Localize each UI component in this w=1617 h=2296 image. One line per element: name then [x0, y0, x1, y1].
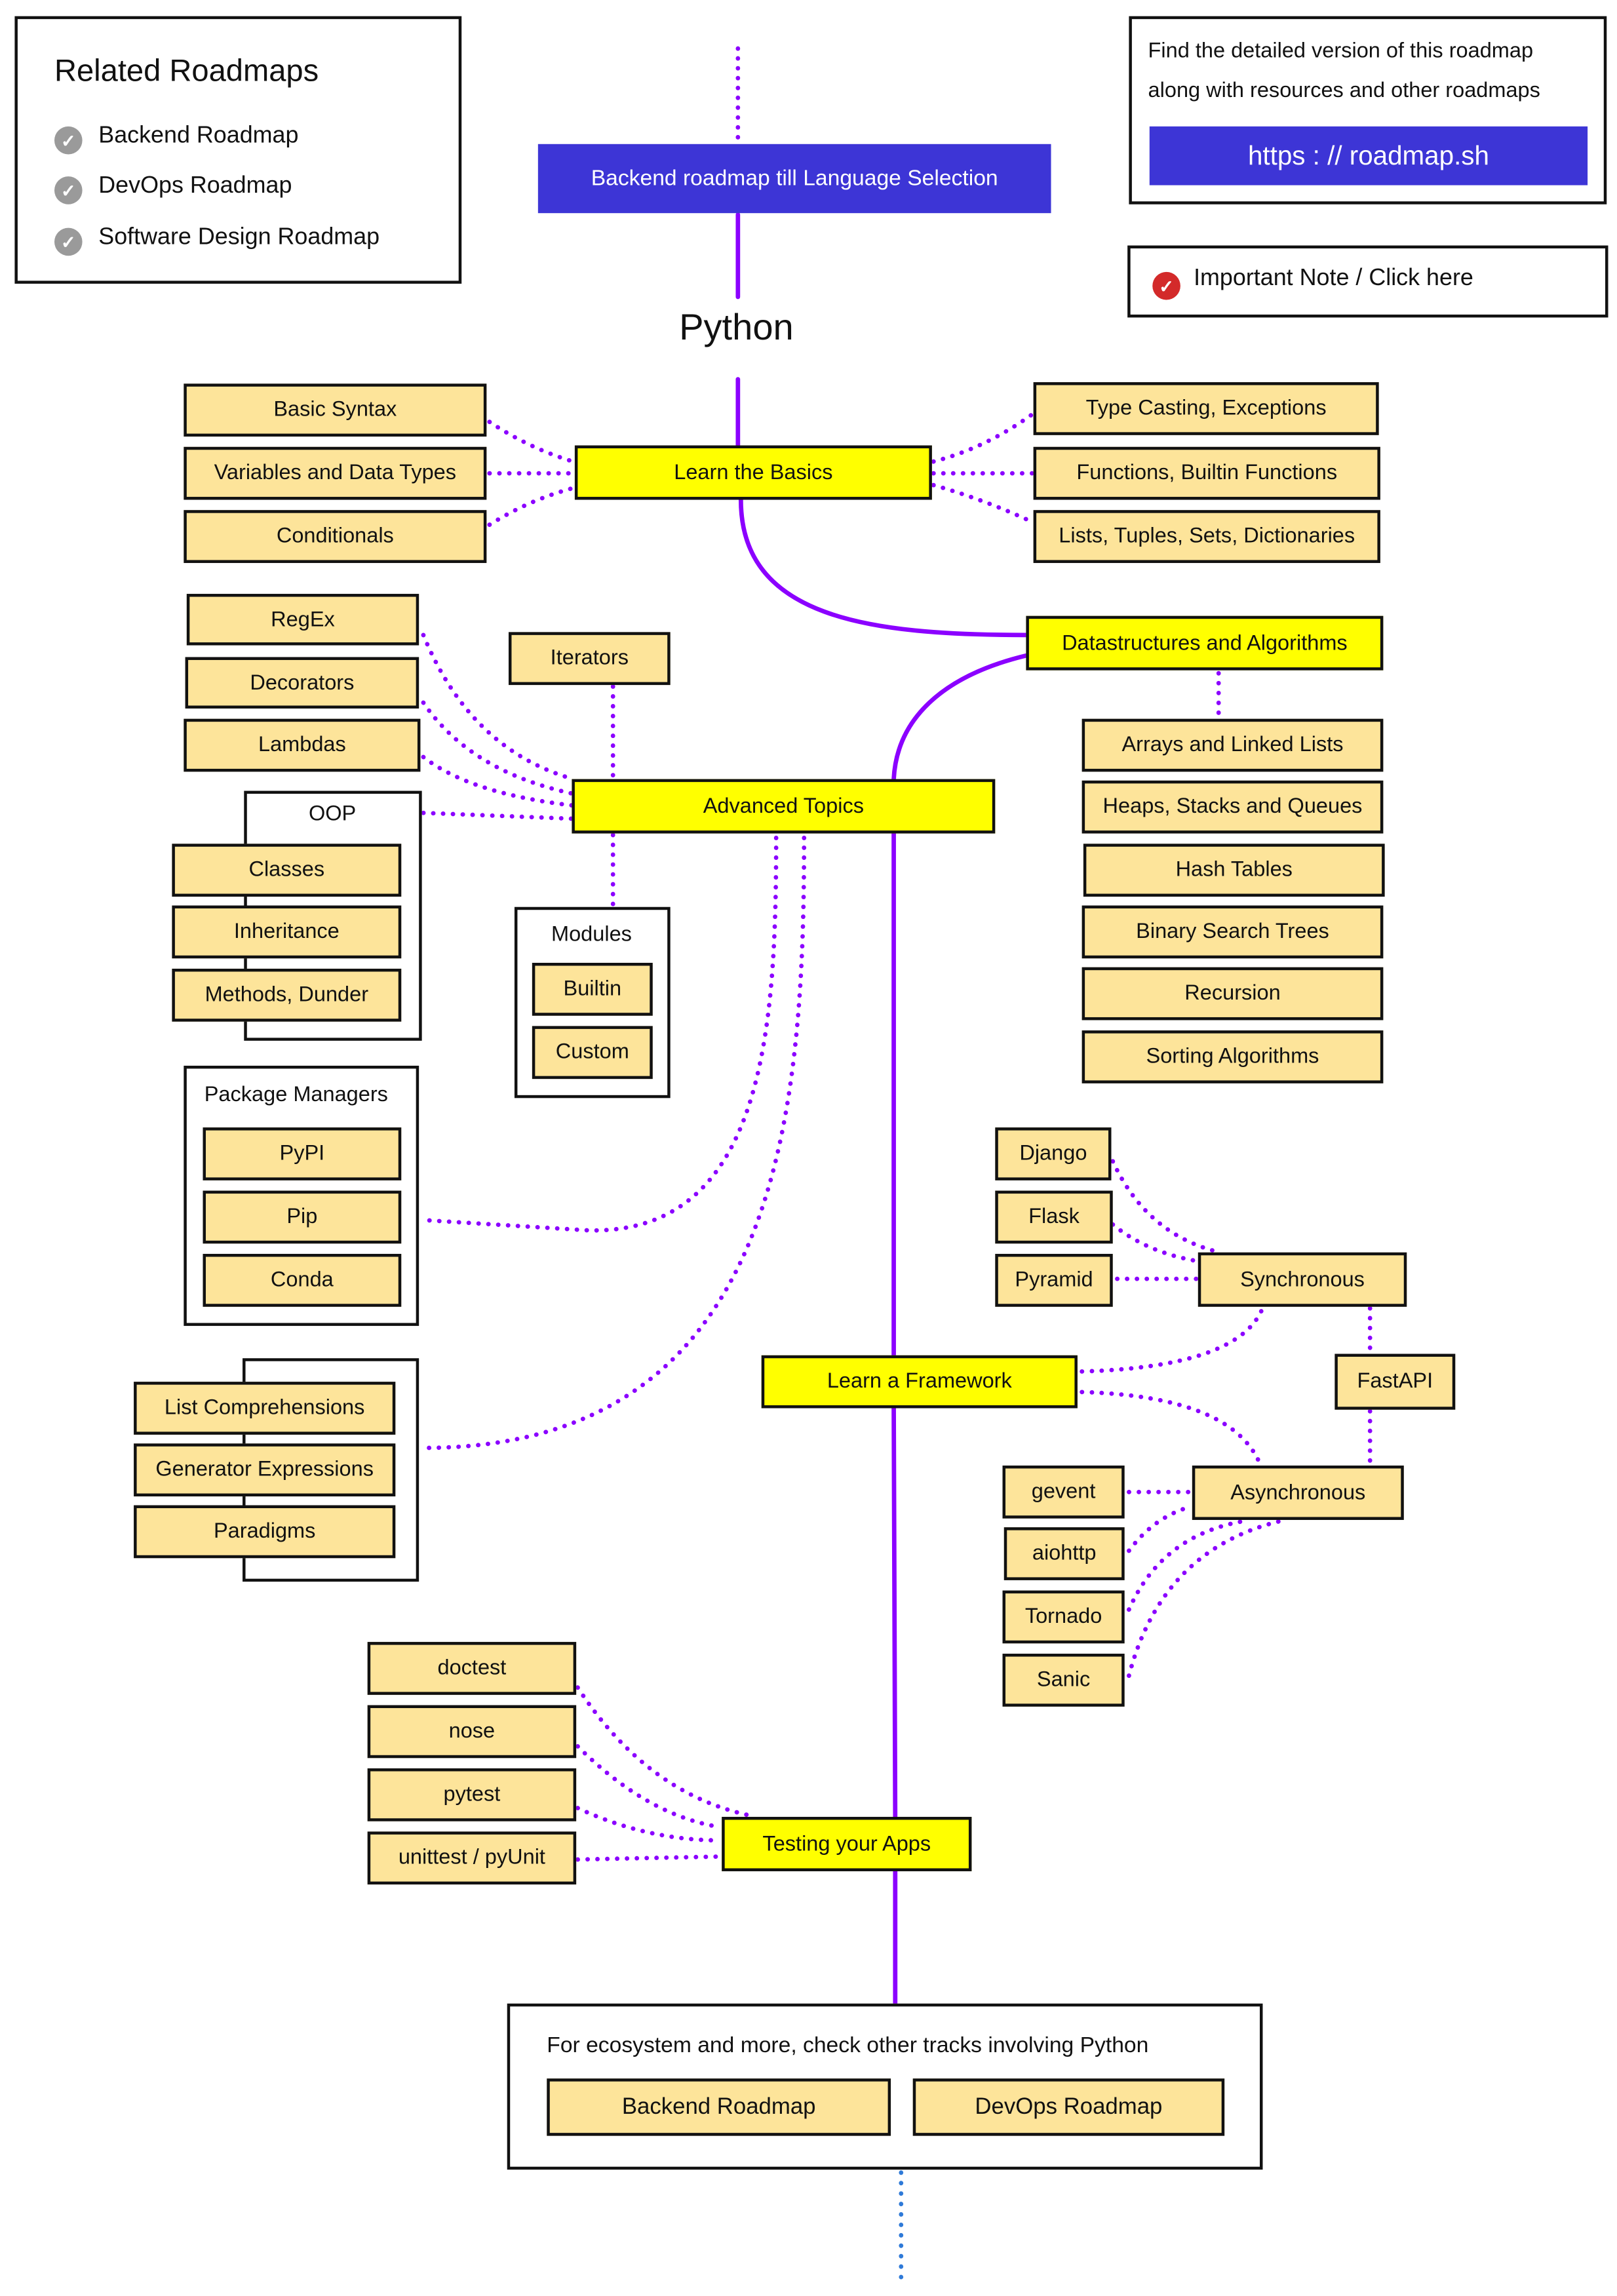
- check-circle-icon: ✓: [54, 227, 83, 256]
- footer-devops-roadmap-button[interactable]: DevOps Roadmap: [912, 2078, 1225, 2136]
- subtopic-arrays-linked-lists[interactable]: Arrays and Linked Lists: [1081, 718, 1384, 772]
- subtopic-asynchronous[interactable]: Asynchronous: [1192, 1465, 1404, 1520]
- link-basics-dsa: [738, 497, 1028, 638]
- package-managers-title: Package Managers: [204, 1083, 388, 1107]
- subtopic-sanic[interactable]: Sanic: [1002, 1654, 1125, 1707]
- link-conditionals: [487, 486, 576, 528]
- link-lists: [931, 482, 1034, 524]
- link-sanic: [1127, 1519, 1281, 1679]
- link-flask: [1110, 1222, 1201, 1264]
- subtopic-pypi[interactable]: PyPI: [203, 1127, 402, 1180]
- topic-testing-your-apps[interactable]: Testing your Apps: [722, 1816, 972, 1871]
- related-item-label: Software Design Roadmap: [98, 225, 380, 250]
- detailed-text-line2: along with resources and other roadmaps: [1148, 79, 1540, 103]
- topic-learn-a-framework[interactable]: Learn a Framework: [761, 1355, 1078, 1409]
- related-roadmaps-panel: Related Roadmaps ✓ Backend Roadmap ✓ Dev…: [14, 16, 462, 284]
- subtopic-django[interactable]: Django: [995, 1127, 1112, 1180]
- link-framework-sync: [1080, 1309, 1264, 1374]
- link-django: [1110, 1159, 1222, 1255]
- subtopic-binary-search-trees[interactable]: Binary Search Trees: [1081, 905, 1384, 959]
- topic-datastructures-and-algorithms[interactable]: Datastructures and Algorithms: [1026, 615, 1384, 671]
- subtopic-recursion[interactable]: Recursion: [1081, 967, 1384, 1021]
- subtopic-builtin-modules[interactable]: Builtin: [532, 962, 653, 1016]
- subtopic-pip[interactable]: Pip: [203, 1190, 402, 1244]
- subtopic-fastapi[interactable]: FastAPI: [1335, 1353, 1456, 1410]
- link-lambdas: [421, 754, 576, 808]
- link-doctest: [575, 1685, 752, 1818]
- check-circle-icon: ✓: [54, 126, 83, 155]
- subtopic-tornado[interactable]: Tornado: [1002, 1590, 1125, 1644]
- subtopic-sorting-algorithms[interactable]: Sorting Algorithms: [1081, 1030, 1384, 1083]
- subtopic-iterators[interactable]: Iterators: [508, 632, 671, 686]
- link-basic-syntax: [487, 419, 576, 464]
- footer-backend-roadmap-button[interactable]: Backend Roadmap: [547, 2078, 891, 2136]
- subtopic-lambdas[interactable]: Lambdas: [184, 718, 421, 772]
- link-unittest: [575, 1854, 723, 1862]
- check-circle-icon: ✓: [1152, 271, 1180, 300]
- subtopic-regex[interactable]: RegEx: [186, 594, 419, 646]
- subtopic-flask[interactable]: Flask: [995, 1190, 1113, 1244]
- important-note-button[interactable]: ✓ Important Note / Click here: [1127, 245, 1608, 318]
- link-nose: [575, 1743, 723, 1830]
- link-decorators: [421, 700, 576, 796]
- subtopic-conditionals[interactable]: Conditionals: [184, 510, 487, 563]
- subtopic-lists-tuples-sets-dicts[interactable]: Lists, Tuples, Sets, Dictionaries: [1033, 510, 1380, 563]
- check-circle-icon: ✓: [54, 176, 83, 204]
- subtopic-nose[interactable]: nose: [367, 1705, 577, 1759]
- roadmap-canvas: Related Roadmaps ✓ Backend Roadmap ✓ Dev…: [0, 0, 1617, 2296]
- topic-learn-the-basics[interactable]: Learn the Basics: [574, 445, 932, 500]
- subtopic-type-casting-exceptions[interactable]: Type Casting, Exceptions: [1033, 382, 1379, 435]
- subtopic-list-comprehensions[interactable]: List Comprehensions: [134, 1382, 396, 1435]
- link-dsa-advanced: [891, 653, 1028, 781]
- modules-title: Modules: [551, 923, 632, 947]
- subtopic-conda[interactable]: Conda: [203, 1254, 402, 1307]
- oop-title: OOP: [308, 802, 357, 827]
- subtopic-hash-tables[interactable]: Hash Tables: [1083, 844, 1385, 897]
- topic-advanced-topics[interactable]: Advanced Topics: [572, 779, 996, 834]
- subtopic-paradigms[interactable]: Paradigms: [134, 1505, 396, 1559]
- subtopic-doctest[interactable]: doctest: [367, 1642, 577, 1695]
- link-tornado: [1127, 1519, 1245, 1612]
- roadmap-sh-link-button[interactable]: https : // roadmap.sh: [1149, 126, 1588, 185]
- subtopic-generator-expressions[interactable]: Generator Expressions: [134, 1443, 396, 1497]
- link-oop: [421, 810, 576, 821]
- link-aiohttp: [1127, 1504, 1193, 1553]
- link-framework-async: [1080, 1390, 1264, 1469]
- backend-roadmap-banner[interactable]: Backend roadmap till Language Selection: [537, 144, 1051, 214]
- footer-text: For ecosystem and more, check other trac…: [547, 2033, 1149, 2058]
- subtopic-aiohttp[interactable]: aiohttp: [1003, 1527, 1125, 1580]
- important-note-label: Important Note / Click here: [1194, 265, 1473, 292]
- related-item-label: DevOps Roadmap: [98, 173, 292, 199]
- subtopic-inheritance[interactable]: Inheritance: [172, 905, 402, 959]
- subtopic-variables-and-data-types[interactable]: Variables and Data Types: [184, 446, 487, 500]
- link-type-casting: [931, 412, 1034, 464]
- detailed-version-panel: Find the detailed version of this roadma…: [1129, 16, 1607, 204]
- subtopic-methods-dunder[interactable]: Methods, Dunder: [172, 968, 402, 1022]
- page-title: Python: [679, 307, 794, 349]
- subtopic-classes[interactable]: Classes: [172, 844, 402, 897]
- subtopic-gevent[interactable]: gevent: [1002, 1465, 1125, 1519]
- subtopic-custom-modules[interactable]: Custom: [532, 1026, 653, 1080]
- related-roadmaps-title: Related Roadmaps: [54, 54, 319, 88]
- link-framework-testing: [891, 1406, 898, 1819]
- subtopic-unittest[interactable]: unittest / pyUnit: [367, 1831, 577, 1885]
- subtopic-basic-syntax[interactable]: Basic Syntax: [184, 383, 487, 437]
- subtopic-functions[interactable]: Functions, Builtin Functions: [1033, 446, 1380, 500]
- subtopic-heaps-stacks-queues[interactable]: Heaps, Stacks and Queues: [1081, 780, 1384, 834]
- subtopic-decorators[interactable]: Decorators: [185, 657, 419, 709]
- subtopic-pyramid[interactable]: Pyramid: [995, 1254, 1113, 1307]
- link-pytest: [575, 1806, 723, 1843]
- detailed-text-line1: Find the detailed version of this roadma…: [1148, 39, 1534, 64]
- subtopic-synchronous[interactable]: Synchronous: [1198, 1252, 1407, 1307]
- related-item-label: Backend Roadmap: [98, 123, 299, 149]
- subtopic-pytest[interactable]: pytest: [367, 1768, 577, 1821]
